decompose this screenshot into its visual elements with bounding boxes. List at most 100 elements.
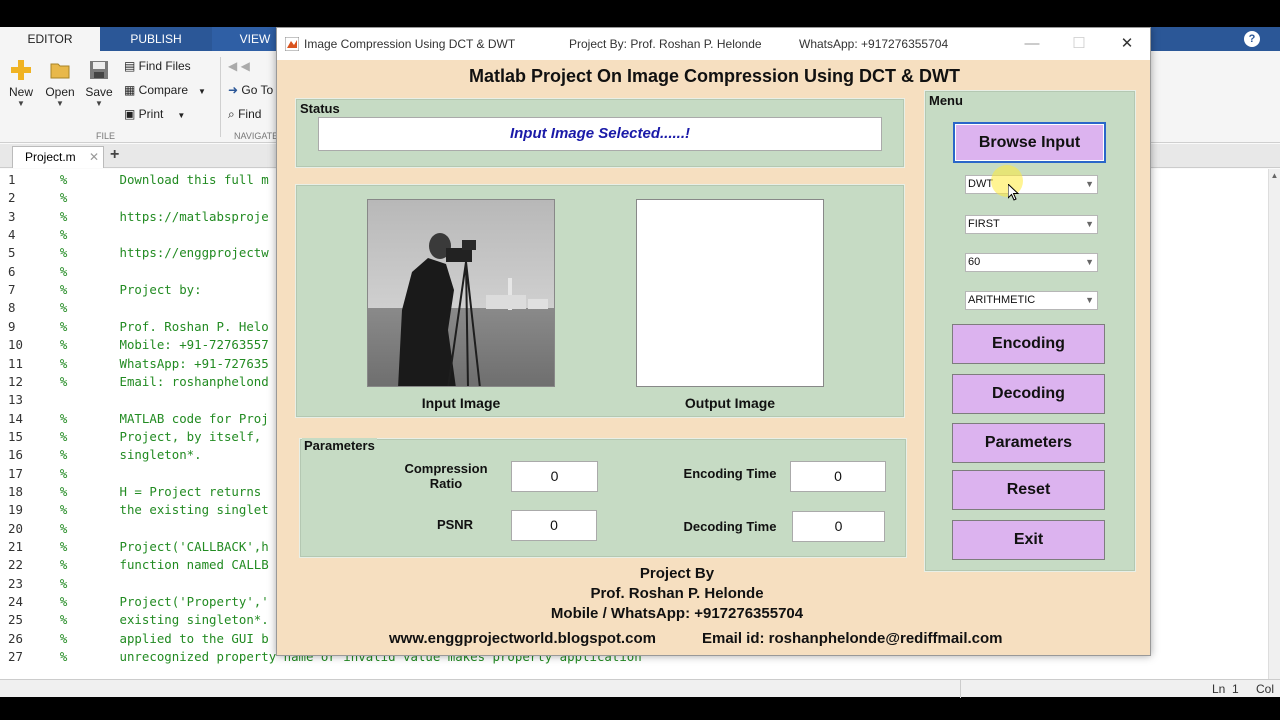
chevron-down-icon: ▼ <box>1085 295 1094 305</box>
output-image-label: Output Image <box>684 395 776 411</box>
line-number: 5 <box>8 245 16 261</box>
code-text: % Mobile: +91-72763557 <box>30 337 269 353</box>
line-label: Ln <box>1212 682 1226 696</box>
input-image <box>367 199 555 387</box>
find-label: Find <box>238 107 262 121</box>
psnr-field[interactable]: 0 <box>511 510 597 541</box>
plus-icon <box>11 60 31 80</box>
browse-input-button[interactable]: Browse Input <box>953 122 1106 163</box>
status-divider <box>960 680 961 698</box>
new-label: New <box>8 85 33 99</box>
line-number: 22 <box>8 557 23 573</box>
add-tab-icon[interactable]: + <box>110 146 119 164</box>
decoding-time-field[interactable]: 0 <box>792 511 885 542</box>
code-text: % the existing singlet <box>30 502 269 518</box>
code-text: % https://matlabsproje <box>30 208 269 224</box>
status-panel-title: Status <box>298 101 342 116</box>
code-text: % <box>30 190 68 206</box>
title-whatsapp: WhatsApp: +917276355704 <box>799 37 949 51</box>
credits-line-3: Mobile / WhatsApp: +917276355704 <box>550 605 804 622</box>
file-tab-project[interactable]: Project.m ✕ <box>12 146 104 168</box>
credits-line-2: Prof. Roshan P. Helonde <box>590 585 764 602</box>
compare-button[interactable]: ▦ Compare ▼ <box>124 83 206 97</box>
minimize-icon[interactable]: — <box>1022 34 1042 54</box>
code-text: % existing singleton*. <box>30 612 269 628</box>
code-text: % <box>30 465 68 481</box>
code-text: % MATLAB code for Proj <box>30 410 269 426</box>
scroll-up-icon[interactable]: ▲ <box>1269 171 1280 180</box>
line-number: 6 <box>8 263 16 279</box>
go-to-icon: ➜ <box>228 83 239 97</box>
line-number: 3 <box>8 208 16 224</box>
vertical-scrollbar[interactable]: ▲ <box>1268 169 1280 679</box>
quality-select[interactable]: 60 ▼ <box>965 253 1098 272</box>
code-text: % <box>30 575 68 591</box>
help-icon[interactable]: ? <box>1244 31 1260 47</box>
page-title: Matlab Project On Image Compression Usin… <box>468 66 961 86</box>
line-number: 4 <box>8 227 16 243</box>
code-text: % Prof. Roshan P. Helo <box>30 318 269 334</box>
code-text: % singleton*. <box>30 447 202 463</box>
line-number: 12 <box>8 373 23 389</box>
input-image-label: Input Image <box>421 395 501 411</box>
code-text: % https://enggprojectw <box>30 245 269 261</box>
save-label: Save <box>85 85 113 99</box>
code-text: % WhatsApp: +91-727635 <box>30 355 269 371</box>
print-label: Print <box>138 107 164 121</box>
line-number: 2 <box>8 190 16 206</box>
images-panel: Input Image Output Image <box>295 184 905 418</box>
encoding-time-field[interactable]: 0 <box>790 461 886 492</box>
code-text: % <box>30 227 68 243</box>
find-files-icon: ▤ <box>124 59 139 73</box>
print-button[interactable]: ▣ Print ▼ <box>124 107 185 121</box>
email-text: Email id: roshanphelonde@rediffmail.com <box>702 630 1003 647</box>
menu-panel: Menu Browse Input DWT ▼ FIRST ▼ 60 ▼ ARITHM… <box>924 90 1136 572</box>
compression-ratio-field[interactable]: 0 <box>511 461 598 492</box>
matlab-logo-icon <box>285 37 299 51</box>
encoding-button[interactable]: Encoding <box>952 324 1105 364</box>
find-files-label: Find Files <box>138 59 191 73</box>
go-to-button[interactable]: ➜ Go To <box>228 83 273 97</box>
back-forward-icons[interactable]: ◀ ◀ <box>228 59 250 73</box>
find-files-button[interactable]: ▤ Find Files <box>124 59 191 73</box>
line-number: 11 <box>8 355 23 371</box>
save-button[interactable]: Save ▼ <box>84 59 114 108</box>
printer-icon: ▣ <box>124 107 139 121</box>
close-icon[interactable]: ✕ <box>1117 34 1137 54</box>
line-number: 14 <box>8 410 23 426</box>
go-to-label: Go To <box>241 83 274 97</box>
line-number: 16 <box>8 447 23 463</box>
editor-status-bar: Ln 1 Col <box>0 679 1280 698</box>
decoding-button[interactable]: Decoding <box>952 374 1105 414</box>
code-text: % Email: roshanphelond <box>30 373 269 389</box>
save-icon <box>90 61 108 79</box>
line-number: 7 <box>8 282 16 298</box>
level-select[interactable]: FIRST ▼ <box>965 215 1098 234</box>
decoding-time-label: Decoding Time <box>683 519 777 534</box>
maximize-icon[interactable]: ☐ <box>1069 34 1089 54</box>
cameraman-image <box>368 200 554 386</box>
exit-button[interactable]: Exit <box>952 520 1105 560</box>
line-number: 24 <box>8 594 23 610</box>
compression-ratio-label: Compression Ratio <box>404 461 488 491</box>
line-number: 18 <box>8 483 23 499</box>
parameters-button[interactable]: Parameters <box>952 423 1105 463</box>
tab-editor[interactable]: EDITOR <box>0 27 100 51</box>
coding-select[interactable]: ARITHMETIC ▼ <box>965 291 1098 310</box>
new-button[interactable]: New ▼ <box>6 59 36 108</box>
column-label: Col <box>1256 682 1275 696</box>
close-tab-icon[interactable]: ✕ <box>89 147 99 167</box>
tab-publish[interactable]: PUBLISH <box>103 27 209 51</box>
transform-select[interactable]: DWT ▼ <box>965 175 1098 194</box>
chevron-down-icon: ▼ <box>1085 179 1094 189</box>
title-project-by: Project By: Prof. Roshan P. Helonde <box>569 37 762 51</box>
open-button[interactable]: Open ▼ <box>44 59 76 108</box>
credits-block: Project By Prof. Roshan P. Helonde Mobil… <box>277 564 1077 624</box>
code-text: % function named CALLB <box>30 557 269 573</box>
code-text: % Project, by itself, <box>30 428 262 444</box>
find-button[interactable]: ⌕ Find <box>228 107 261 122</box>
parameters-panel: Parameters Compression Ratio 0 PSNR 0 En… <box>299 438 907 558</box>
open-label: Open <box>45 85 75 99</box>
group-divider <box>220 57 221 137</box>
reset-button[interactable]: Reset <box>952 470 1105 510</box>
